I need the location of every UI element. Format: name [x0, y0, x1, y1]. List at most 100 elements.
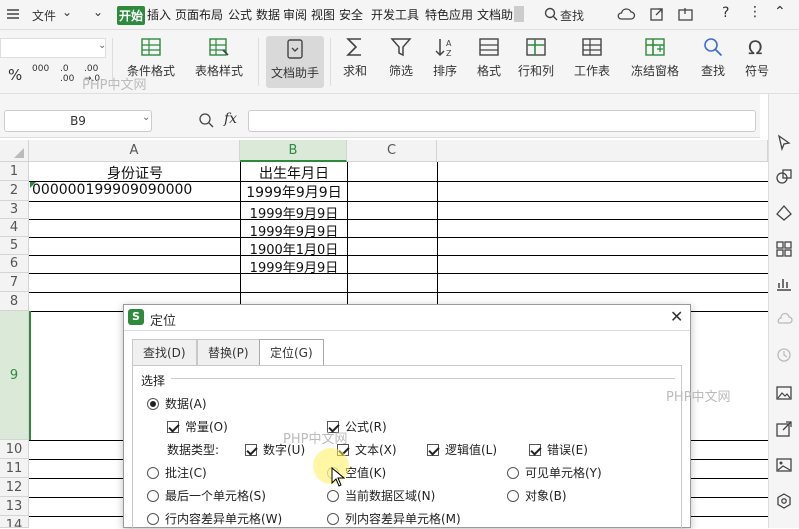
- tab-developer[interactable]: 开发工具: [370, 6, 420, 23]
- col-header-c[interactable]: C: [347, 140, 437, 162]
- row-header-14[interactable]: 14: [0, 516, 29, 528]
- fx-icon[interactable]: fx: [224, 111, 237, 127]
- checkbox-constant[interactable]: 常量(O): [167, 418, 228, 435]
- row-header-3[interactable]: 3: [0, 201, 29, 219]
- layers-icon[interactable]: [775, 240, 793, 258]
- menu-icon[interactable]: [6, 7, 20, 21]
- cloud-sync-icon[interactable]: [616, 7, 636, 24]
- file-menu[interactable]: 文件: [32, 7, 56, 24]
- tab-view[interactable]: 视图: [310, 6, 336, 23]
- name-box[interactable]: B9: [4, 110, 152, 132]
- row-header-6[interactable]: 6: [0, 255, 29, 273]
- col-header-a[interactable]: A: [29, 140, 240, 162]
- chevron-down-icon[interactable]: ⌄: [62, 5, 72, 19]
- zoom-formula-icon[interactable]: [198, 112, 214, 131]
- increase-decimal-icon[interactable]: .0.00: [60, 64, 74, 84]
- close-icon[interactable]: ✕: [670, 307, 683, 326]
- row-header-4[interactable]: 4: [0, 219, 29, 237]
- radio-current-region[interactable]: 当前数据区域(N): [327, 487, 435, 504]
- thousand-sep-button[interactable]: 000: [32, 64, 49, 74]
- row-header-9[interactable]: 9: [0, 311, 29, 440]
- cell-b1[interactable]: 出生年月日: [241, 163, 347, 183]
- tab-formula[interactable]: 公式: [227, 6, 253, 23]
- save-cloud-icon[interactable]: [678, 7, 694, 24]
- chart-icon[interactable]: [775, 274, 793, 292]
- number-format-select[interactable]: [0, 38, 106, 58]
- row-header-8[interactable]: 8: [0, 292, 29, 311]
- cell-a2[interactable]: 000000199909090000: [32, 182, 192, 198]
- col-header-b[interactable]: B: [240, 140, 347, 162]
- sort-button[interactable]: AZ 排序: [428, 36, 462, 79]
- cursor-select-icon[interactable]: [775, 134, 793, 152]
- history-icon[interactable]: [775, 346, 793, 364]
- style-icon[interactable]: [775, 204, 793, 222]
- tab-data[interactable]: 数据: [255, 6, 281, 23]
- radio-data[interactable]: 数据(A): [147, 395, 207, 412]
- cell-b5[interactable]: 1900年1月0日: [241, 239, 347, 258]
- radio-row-diff[interactable]: 行内容差异单元格(W): [147, 510, 282, 527]
- col-header-d[interactable]: [437, 140, 768, 162]
- tab-review[interactable]: 审阅: [282, 6, 308, 23]
- find-button[interactable]: 查找: [696, 36, 730, 79]
- cell-b4[interactable]: 1999年9月9日: [241, 221, 347, 240]
- shapes-icon[interactable]: [775, 168, 793, 186]
- cell-b3[interactable]: 1999年9月9日: [241, 203, 347, 222]
- collapse-icon[interactable]: ⌃: [774, 4, 786, 20]
- backup-icon[interactable]: [775, 310, 793, 328]
- row-header-2[interactable]: 2: [0, 181, 29, 201]
- sum-button[interactable]: 求和: [338, 36, 372, 79]
- select-all-corner[interactable]: [0, 140, 29, 162]
- more-icon[interactable]: ⌄: [93, 5, 103, 19]
- format-button[interactable]: 格式: [472, 36, 506, 79]
- checkbox-logical[interactable]: 逻辑值(L): [427, 441, 497, 458]
- cond-format-button[interactable]: 条件格式: [122, 36, 180, 79]
- search-icon[interactable]: [544, 7, 558, 24]
- share-icon[interactable]: [650, 7, 664, 24]
- tab-goto[interactable]: 定位(G): [259, 339, 324, 366]
- freeze-button[interactable]: 冻结窗格: [628, 36, 682, 79]
- row-header-11[interactable]: 11: [0, 459, 29, 478]
- tab-replace[interactable]: 替换(P): [197, 339, 260, 365]
- picture-icon[interactable]: [775, 456, 793, 474]
- search-label[interactable]: 查找: [560, 7, 584, 24]
- table-style-button[interactable]: 表格样式: [190, 36, 248, 79]
- decrease-decimal-icon[interactable]: .00 →.0: [84, 64, 100, 84]
- cell-a1[interactable]: 身份证号: [30, 163, 240, 183]
- worksheet-button[interactable]: 工作表: [572, 36, 612, 79]
- row-header-1[interactable]: 1: [0, 162, 29, 181]
- help-icon[interactable]: ?: [722, 5, 729, 21]
- settings-icon[interactable]: [775, 492, 793, 510]
- export-icon[interactable]: [775, 420, 793, 438]
- row-header-13[interactable]: 13: [0, 497, 29, 516]
- cell-b2[interactable]: 1999年9月9日: [241, 182, 347, 202]
- filter-button[interactable]: 筛选: [384, 36, 418, 79]
- percent-button[interactable]: %: [8, 66, 22, 84]
- radio-visible[interactable]: 可见单元格(Y): [507, 464, 602, 481]
- tab-home[interactable]: 开始: [117, 6, 146, 25]
- tab-page-layout[interactable]: 页面布局: [174, 6, 224, 23]
- cell-b6[interactable]: 1999年9月9日: [241, 257, 347, 276]
- radio-comment[interactable]: 批注(C): [147, 464, 207, 481]
- radio-last-cell[interactable]: 最后一个单元格(S): [147, 487, 266, 504]
- checkbox-formula[interactable]: 公式(R): [327, 418, 387, 435]
- tab-find[interactable]: 查找(D): [132, 339, 197, 365]
- symbol-button[interactable]: Ω 符号: [740, 36, 774, 79]
- rowcol-button[interactable]: 行和列: [516, 36, 556, 79]
- radio-object[interactable]: 对象(B): [507, 487, 567, 504]
- doc-helper-button[interactable]: 文档助手: [266, 36, 324, 88]
- tab-security[interactable]: 安全: [338, 6, 364, 23]
- row-header-5[interactable]: 5: [0, 237, 29, 255]
- radio-col-diff[interactable]: 列内容差异单元格(M): [327, 510, 461, 527]
- tab-doc-helper[interactable]: 文档助: [476, 6, 514, 23]
- tab-features[interactable]: 特色应用: [424, 6, 474, 23]
- row-header-7[interactable]: 7: [0, 273, 29, 292]
- more-options-icon[interactable]: ⋮: [748, 4, 762, 20]
- row-header-12[interactable]: 12: [0, 478, 29, 497]
- row-header-10[interactable]: 10: [0, 440, 29, 459]
- formula-input[interactable]: [248, 110, 756, 132]
- checkbox-number[interactable]: 数字(U): [245, 441, 305, 458]
- tab-insert[interactable]: 插入: [146, 6, 172, 23]
- tab-scroll-arrow[interactable]: [514, 6, 524, 22]
- checkbox-error[interactable]: 错误(E): [529, 441, 588, 458]
- image-icon[interactable]: [775, 384, 793, 402]
